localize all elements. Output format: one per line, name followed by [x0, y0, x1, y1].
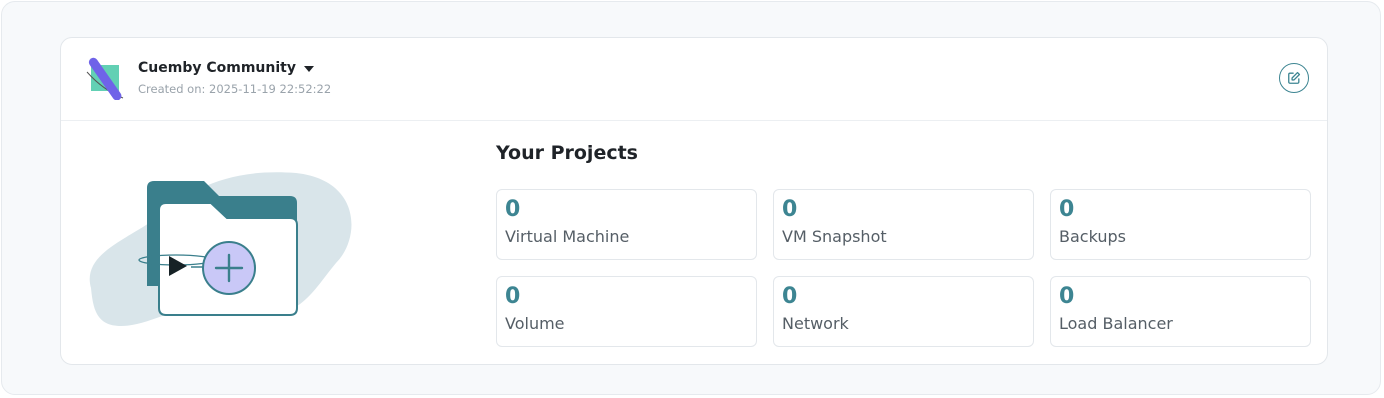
- organization-selector[interactable]: Cuemby Community: [138, 60, 314, 76]
- organization-name: Cuemby Community: [138, 60, 296, 76]
- stat-virtual-machine[interactable]: 0 Virtual Machine: [496, 189, 757, 260]
- stat-label: VM Snapshot: [782, 227, 887, 246]
- stat-label: Volume: [505, 314, 565, 333]
- stat-network[interactable]: 0 Network: [773, 276, 1034, 347]
- created-date: Created on: 2025-11-19 22:52:22: [138, 82, 332, 96]
- organization-logo: [86, 57, 124, 100]
- stat-label: Backups: [1059, 227, 1126, 246]
- stat-volume[interactable]: 0 Volume: [496, 276, 757, 347]
- edit-icon: [1288, 71, 1301, 84]
- stat-value: 0: [505, 197, 521, 222]
- new-project-illustration: [89, 172, 352, 326]
- stat-label: Load Balancer: [1059, 314, 1173, 333]
- stat-value: 0: [1059, 197, 1075, 222]
- stat-load-balancer[interactable]: 0 Load Balancer: [1050, 276, 1311, 347]
- stat-label: Virtual Machine: [505, 227, 630, 246]
- stat-label: Network: [782, 314, 849, 333]
- stat-value: 0: [1059, 284, 1075, 309]
- stat-value: 0: [782, 284, 798, 309]
- stat-value: 0: [505, 284, 521, 309]
- caret-down-icon[interactable]: [303, 66, 314, 72]
- organization-card: Cuemby Community Created on: 2025-11-19 …: [60, 37, 1328, 365]
- page-container: Cuemby Community Created on: 2025-11-19 …: [1, 1, 1381, 395]
- stat-vm-snapshot[interactable]: 0 VM Snapshot: [773, 189, 1034, 260]
- project-stats-grid: 0 Virtual Machine 0 VM Snapshot 0 Backup…: [496, 189, 1311, 347]
- card-header: Cuemby Community Created on: 2025-11-19 …: [61, 38, 1327, 121]
- stat-value: 0: [782, 197, 798, 222]
- stat-backups[interactable]: 0 Backups: [1050, 189, 1311, 260]
- edit-organization-button[interactable]: [1279, 63, 1309, 93]
- your-projects-title: Your Projects: [496, 142, 638, 164]
